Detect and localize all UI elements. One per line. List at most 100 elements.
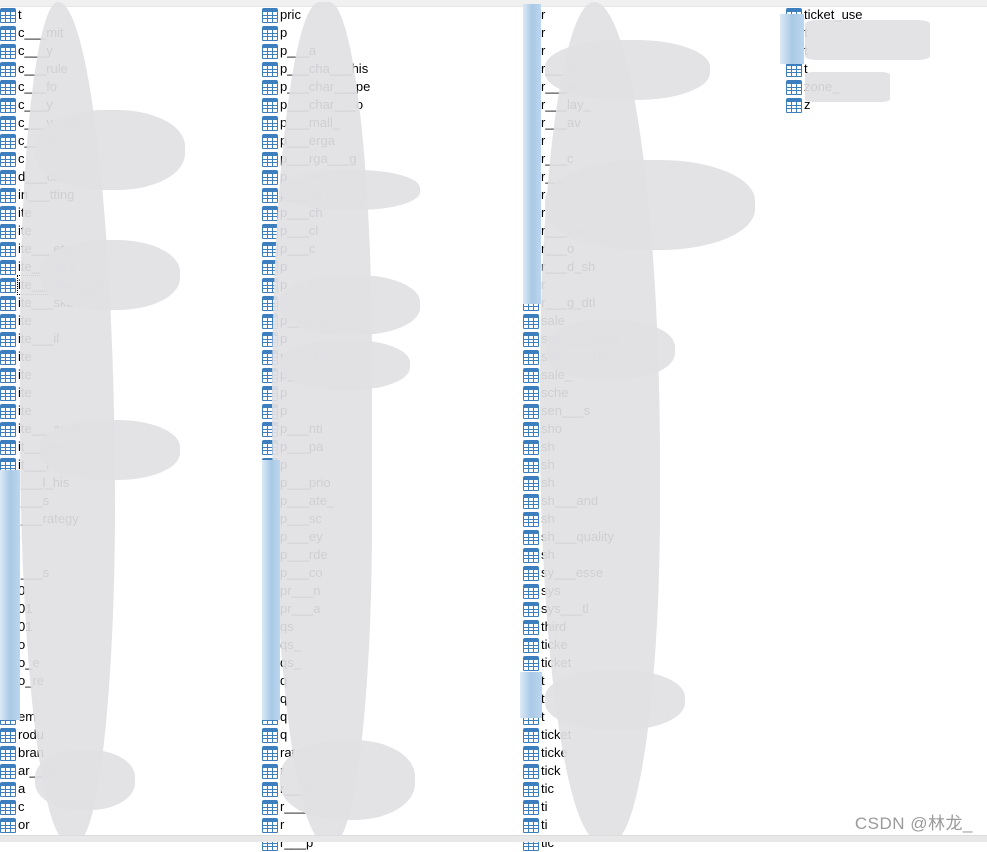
- table-icon: [262, 745, 278, 761]
- table-name: or: [18, 817, 30, 832]
- table-icon: [0, 169, 16, 185]
- table-icon: [262, 25, 278, 41]
- table-item[interactable]: tic: [523, 780, 554, 798]
- table-icon: [262, 115, 278, 131]
- table-icon: [523, 493, 539, 509]
- table-icon: [523, 727, 539, 743]
- table-icon: [523, 439, 539, 455]
- table-icon: [523, 763, 539, 779]
- table-icon: [523, 385, 539, 401]
- table-icon: [262, 205, 278, 221]
- table-icon: [262, 169, 278, 185]
- table-name: r: [541, 25, 546, 40]
- table-icon: [262, 817, 278, 833]
- table-item[interactable]: t: [0, 6, 22, 24]
- table-name: pric: [280, 7, 301, 22]
- table-item[interactable]: a: [0, 780, 25, 798]
- table-icon: [0, 385, 16, 401]
- table-name: ti: [541, 817, 548, 832]
- table-icon: [523, 637, 539, 653]
- table-icon: [0, 277, 16, 293]
- table-icon: [523, 421, 539, 437]
- table-name: c: [18, 799, 25, 814]
- table-icon: [523, 817, 539, 833]
- table-icon: [0, 151, 16, 167]
- table-icon: [523, 367, 539, 383]
- table-name: tick: [541, 763, 561, 778]
- table-name: q: [280, 727, 288, 742]
- table-icon: [0, 727, 16, 743]
- table-item[interactable]: or: [0, 816, 30, 834]
- table-icon: [523, 655, 539, 671]
- table-item[interactable]: r: [262, 816, 284, 834]
- table-icon: [786, 97, 802, 113]
- table-icon: [0, 439, 16, 455]
- status-bar-edge: [0, 835, 987, 842]
- table-icon: [786, 79, 802, 95]
- table-name: r: [280, 817, 285, 832]
- table-icon: [262, 151, 278, 167]
- table-icon: [0, 295, 16, 311]
- table-icon: [523, 781, 539, 797]
- table-icon: [0, 403, 16, 419]
- table-icon: [0, 61, 16, 77]
- table-icon: [262, 7, 278, 23]
- table-item[interactable]: tick: [523, 762, 561, 780]
- table-name: tic: [541, 781, 554, 796]
- table-icon: [262, 763, 278, 779]
- table-icon: [523, 349, 539, 365]
- table-icon: [523, 511, 539, 527]
- table-item[interactable]: pric: [262, 6, 301, 24]
- table-icon: [0, 367, 16, 383]
- table-icon: [0, 331, 16, 347]
- table-name: p: [280, 25, 288, 40]
- table-icon: [262, 187, 278, 203]
- table-icon: [0, 421, 16, 437]
- table-name: t: [18, 7, 22, 22]
- table-icon: [0, 349, 16, 365]
- table-item[interactable]: c: [0, 798, 25, 816]
- table-item[interactable]: q: [262, 726, 287, 744]
- table-icon: [262, 43, 278, 59]
- table-icon: [262, 133, 278, 149]
- table-icon: [0, 115, 16, 131]
- table-icon: [0, 7, 16, 23]
- table-icon: [0, 763, 16, 779]
- table-name: r: [541, 133, 546, 148]
- table-icon: [523, 565, 539, 581]
- table-icon: [262, 781, 278, 797]
- table-icon: [523, 547, 539, 563]
- table-icon: [0, 223, 16, 239]
- table-icon: [0, 187, 16, 203]
- table-icon: [0, 43, 16, 59]
- table-icon: [523, 403, 539, 419]
- table-item[interactable]: p: [262, 24, 287, 42]
- table-icon: [262, 79, 278, 95]
- table-icon: [262, 727, 278, 743]
- table-icon: [523, 529, 539, 545]
- table-icon: [0, 79, 16, 95]
- table-item[interactable]: ti: [523, 816, 548, 834]
- table-item[interactable]: ti: [523, 798, 548, 816]
- table-icon: [523, 799, 539, 815]
- table-icon: [523, 601, 539, 617]
- table-icon: [523, 457, 539, 473]
- table-icon: [523, 475, 539, 491]
- table-name: r: [541, 43, 546, 58]
- table-icon: [0, 313, 16, 329]
- table-icon: [523, 619, 539, 635]
- table-name: r: [541, 7, 546, 22]
- table-icon: [0, 781, 16, 797]
- table-icon: [0, 241, 16, 257]
- table-item[interactable]: c: [0, 150, 25, 168]
- table-icon: [262, 97, 278, 113]
- table-icon: [0, 25, 16, 41]
- table-icon: [0, 133, 16, 149]
- table-icon: [0, 259, 16, 275]
- table-icon: [523, 583, 539, 599]
- table-icon: [0, 799, 16, 815]
- table-name: c: [18, 151, 25, 166]
- table-icon: [0, 817, 16, 833]
- table-icon: [0, 97, 16, 113]
- table-icon: [0, 205, 16, 221]
